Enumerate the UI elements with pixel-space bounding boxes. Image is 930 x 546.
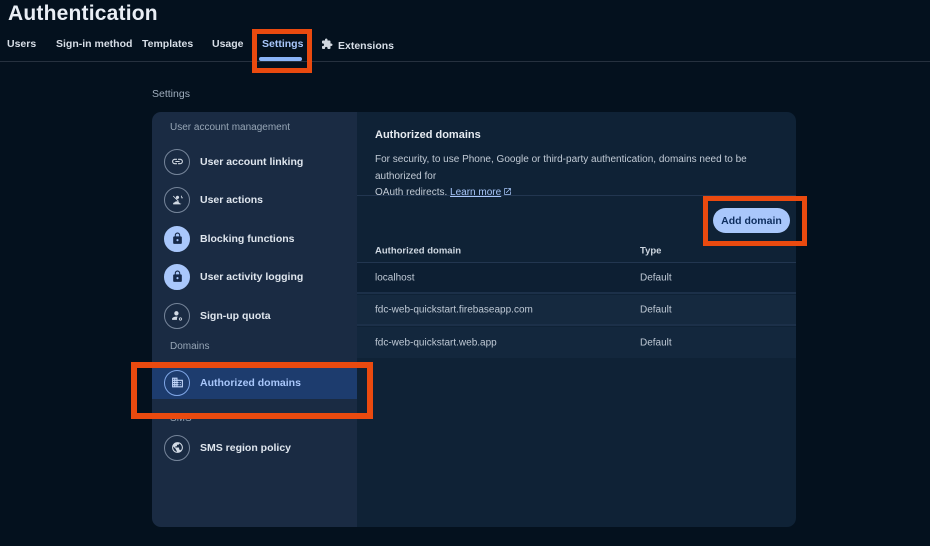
- domain-cell: fdc-web-quickstart.firebaseapp.com: [375, 304, 533, 315]
- tab-bar: Users Sign-in method Templates Usage Set…: [0, 38, 930, 55]
- table-row[interactable]: fdc-web-quickstart.firebaseapp.com Defau…: [357, 295, 796, 326]
- section-sms: SMS: [170, 413, 192, 424]
- table-header: Authorized domain Type: [357, 240, 796, 263]
- tabbar-divider: [0, 61, 930, 62]
- person-gear-icon: [164, 303, 190, 329]
- tab-users[interactable]: Users: [7, 38, 36, 50]
- sidebar-item-label: SMS region policy: [200, 442, 291, 454]
- domain-cell: localhost: [375, 272, 414, 283]
- tab-settings[interactable]: Settings: [262, 38, 303, 50]
- sidebar-item-label: User activity logging: [200, 271, 303, 283]
- type-cell: Default: [640, 272, 672, 283]
- settings-card: User account management User account lin…: [152, 112, 796, 527]
- tab-extensions[interactable]: Extensions: [321, 38, 394, 53]
- building-icon: [164, 370, 190, 396]
- type-cell: Default: [640, 304, 672, 315]
- sidebar-item-label: Sign-up quota: [200, 310, 271, 322]
- domain-cell: fdc-web-quickstart.web.app: [375, 337, 497, 348]
- breadcrumb: Settings: [152, 88, 190, 100]
- tab-templates[interactable]: Templates: [142, 38, 193, 50]
- add-domain-button[interactable]: Add domain: [713, 208, 790, 233]
- sidebar-item-user-account-linking[interactable]: User account linking: [152, 145, 357, 178]
- learn-more-link[interactable]: Learn more: [450, 187, 501, 198]
- lock-icon: [164, 226, 190, 252]
- sidebar-item-user-activity-logging[interactable]: User activity logging: [152, 260, 357, 293]
- globe-icon: [164, 435, 190, 461]
- active-tab-underline: [259, 57, 302, 61]
- sidebar-item-label: Authorized domains: [200, 377, 301, 389]
- person-off-icon: [164, 187, 190, 213]
- column-authorized-domain: Authorized domain: [375, 246, 461, 257]
- table-row[interactable]: localhost Default: [357, 263, 796, 294]
- description-line2: OAuth redirects.: [375, 187, 447, 198]
- sidebar-item-authorized-domains[interactable]: Authorized domains: [152, 366, 357, 399]
- puzzle-icon: [321, 38, 333, 53]
- panel-heading: Authorized domains: [375, 129, 481, 141]
- sidebar-item-label: User actions: [200, 194, 263, 206]
- link-icon: [164, 149, 190, 175]
- authorized-domains-panel: Authorized domains For security, to use …: [357, 112, 796, 527]
- page-title: Authentication: [8, 2, 158, 26]
- tab-extensions-label: Extensions: [338, 40, 394, 52]
- lock-icon: [164, 264, 190, 290]
- description-line1: For security, to use Phone, Google or th…: [375, 154, 747, 182]
- sidebar-item-label: User account linking: [200, 156, 303, 168]
- tab-usage[interactable]: Usage: [212, 38, 244, 50]
- settings-sidebar: User account management User account lin…: [152, 112, 357, 527]
- column-type: Type: [640, 246, 661, 257]
- section-user-account-management: User account management: [170, 122, 290, 133]
- sidebar-item-sign-up-quota[interactable]: Sign-up quota: [152, 299, 357, 332]
- section-domains: Domains: [170, 341, 209, 352]
- authentication-settings-page: Authentication Users Sign-in method Temp…: [0, 0, 930, 546]
- section-divider: [357, 195, 796, 196]
- tab-sign-in-method[interactable]: Sign-in method: [56, 38, 132, 50]
- sidebar-item-user-actions[interactable]: User actions: [152, 183, 357, 216]
- sidebar-item-blocking-functions[interactable]: Blocking functions: [152, 222, 357, 255]
- type-cell: Default: [640, 337, 672, 348]
- external-link-icon: [501, 187, 512, 198]
- table-row[interactable]: fdc-web-quickstart.web.app Default: [357, 327, 796, 358]
- sidebar-item-sms-region-policy[interactable]: SMS region policy: [152, 431, 357, 464]
- sidebar-item-label: Blocking functions: [200, 233, 295, 245]
